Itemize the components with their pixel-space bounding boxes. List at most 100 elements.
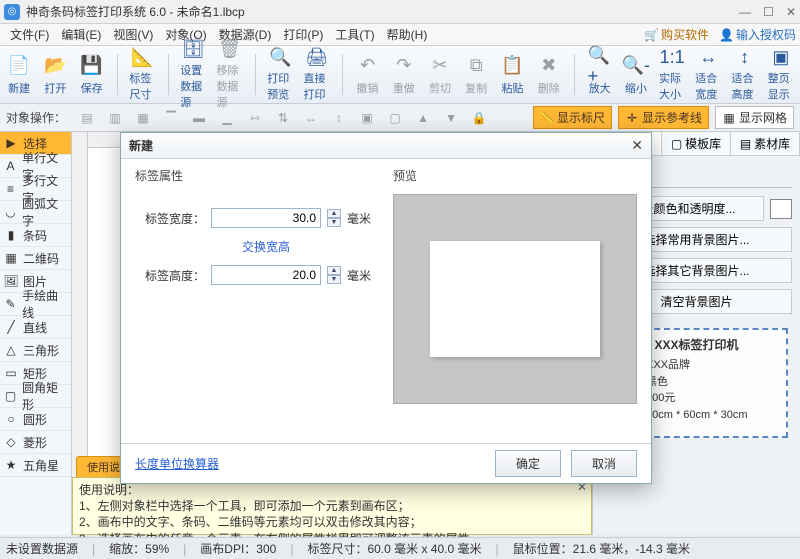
新建-icon: 📄 <box>7 54 31 78</box>
distribute-v-icon[interactable]: ⇅ <box>272 108 294 128</box>
toolbar-保存[interactable]: 💾保存 <box>79 50 105 99</box>
align-bottom-icon[interactable]: ▁ <box>216 108 238 128</box>
bg-color-swatch[interactable] <box>770 199 792 219</box>
status-zoom: 缩放：59% <box>109 540 169 557</box>
bring-front-icon[interactable]: ▲ <box>412 108 434 128</box>
toolbar-整页显示[interactable]: ▣整页显示 <box>768 50 794 99</box>
align-center-icon[interactable]: ▥ <box>104 108 126 128</box>
menu-tools[interactable]: 工具(T) <box>329 24 380 45</box>
toolbar-重做: ↷重做 <box>391 50 417 99</box>
grid-icon: ▦ <box>722 111 736 125</box>
toolbar-适合高度[interactable]: ↕适合高度 <box>731 50 757 99</box>
tool-五角星[interactable]: ★五角星 <box>0 454 71 477</box>
send-back-icon[interactable]: ▼ <box>440 108 462 128</box>
剪切-icon: ✂ <box>428 54 452 78</box>
tool-palette: ▶选择A单行文字≡多行文字◡圆弧文字▮条码▦二维码🖼图片✎手绘曲线╱直线△三角形… <box>0 132 72 535</box>
menu-edit[interactable]: 编辑(E) <box>55 24 107 45</box>
ungroup-icon[interactable]: ▢ <box>384 108 406 128</box>
unit-converter-link[interactable]: 长度单位换算器 <box>135 455 219 472</box>
status-datasource: 未设置数据源 <box>6 540 78 557</box>
dialog-close-icon[interactable]: ✕ <box>631 137 643 154</box>
复制-icon: ⧉ <box>464 54 488 78</box>
group-icon[interactable]: ▣ <box>356 108 378 128</box>
tab-assets[interactable]: ▤素材库 <box>731 132 800 155</box>
app-title: 神奇条码标签打印系统 6.0 - 未命名1.lbcp <box>26 3 739 20</box>
usage-line: 1、左侧对象栏中选择一个工具，即可添加一个元素到画布区； <box>79 498 585 514</box>
same-height-icon[interactable]: ↕ <box>328 108 350 128</box>
swap-wh-link[interactable]: 交换宽高 <box>211 238 321 255</box>
toolbar-粘贴[interactable]: 📋粘贴 <box>499 50 525 99</box>
app-icon: ◎ <box>4 4 20 20</box>
cart-icon: 🛒 <box>644 28 659 42</box>
toolbar-标签尺寸[interactable]: 📐标签尺寸 <box>129 50 155 99</box>
toolbar-删除: ✖删除 <box>536 50 562 99</box>
menu-help[interactable]: 帮助(H) <box>381 24 434 45</box>
menu-file[interactable]: 文件(F) <box>4 24 55 45</box>
distribute-h-icon[interactable]: ⇿ <box>244 108 266 128</box>
height-spin-down-icon[interactable]: ▼ <box>327 275 341 284</box>
toggle-guides[interactable]: ✛显示参考线 <box>618 106 709 129</box>
cancel-button[interactable]: 取消 <box>571 450 637 477</box>
tool-手绘曲线[interactable]: ✎手绘曲线 <box>0 293 71 316</box>
buy-link[interactable]: 🛒购买软件 <box>644 26 709 43</box>
圆角矩形-icon: ▢ <box>4 389 17 403</box>
sub-toolbar: 对象操作： ▤ ▥ ▦ ▔ ▬ ▁ ⇿ ⇅ ↔ ↕ ▣ ▢ ▲ ▼ 🔒 📏显示标… <box>0 104 800 132</box>
toolbar-打开[interactable]: 📂打开 <box>42 50 68 99</box>
lock-icon[interactable]: 🔒 <box>468 108 490 128</box>
ruler-icon: 📏 <box>540 111 554 125</box>
status-size: 标签尺寸：60.0 毫米 x 40.0 毫米 <box>307 540 481 557</box>
menu-print[interactable]: 打印(P) <box>277 24 329 45</box>
minimize-icon[interactable]: — <box>739 5 751 19</box>
tool-三角形[interactable]: △三角形 <box>0 339 71 362</box>
toolbar-实际大小[interactable]: 1:1实际大小 <box>659 50 685 99</box>
保存-icon: 💾 <box>80 54 104 78</box>
height-input[interactable] <box>211 265 321 285</box>
toolbar-放大[interactable]: 🔍+放大 <box>586 50 612 99</box>
align-top-icon[interactable]: ▔ <box>160 108 182 128</box>
toggle-grid[interactable]: ▦显示网格 <box>715 106 794 129</box>
guides-icon: ✛ <box>625 111 639 125</box>
图片-icon: 🖼 <box>4 274 18 288</box>
toolbar-新建[interactable]: 📄新建 <box>6 50 32 99</box>
toolbar-设置数据源[interactable]: 🗄设置数据源 <box>180 50 206 99</box>
菱形-icon: ◇ <box>4 435 18 449</box>
height-unit: 毫米 <box>347 267 371 284</box>
width-spin-down-icon[interactable]: ▼ <box>327 218 341 227</box>
tool-二维码[interactable]: ▦二维码 <box>0 247 71 270</box>
tab-templates[interactable]: ▢模板库 <box>662 132 731 155</box>
tool-圆角矩形[interactable]: ▢圆角矩形 <box>0 385 71 408</box>
auth-link[interactable]: 👤输入授权码 <box>719 26 796 43</box>
align-left-icon[interactable]: ▤ <box>76 108 98 128</box>
toolbar-直接打印[interactable]: 🖨直接打印 <box>304 50 330 99</box>
矩形-icon: ▭ <box>4 366 18 380</box>
maximize-icon[interactable]: ☐ <box>763 5 774 19</box>
toolbar-缩小[interactable]: 🔍-缩小 <box>623 50 649 99</box>
height-spin-up-icon[interactable]: ▲ <box>327 266 341 275</box>
toolbar-移除数据源: 🗑移除数据源 <box>216 50 242 99</box>
toolbar-适合宽度[interactable]: ↔适合宽度 <box>695 50 721 99</box>
menu-view[interactable]: 视图(V) <box>107 24 159 45</box>
toggle-ruler[interactable]: 📏显示标尺 <box>533 106 612 129</box>
直接打印-icon: 🖨 <box>305 47 329 68</box>
手绘曲线-icon: ✎ <box>4 297 17 311</box>
menubar: 文件(F) 编辑(E) 视图(V) 对象(O) 数据源(D) 打印(P) 工具(… <box>0 24 800 46</box>
align-right-icon[interactable]: ▦ <box>132 108 154 128</box>
width-label: 标签宽度： <box>135 210 205 227</box>
tool-菱形[interactable]: ◇菱形 <box>0 431 71 454</box>
设置数据源-icon: 🗄 <box>181 39 205 60</box>
缩小-icon: 🔍- <box>624 54 648 78</box>
打印预览-icon: 🔍 <box>268 47 292 68</box>
直线-icon: ╱ <box>4 320 18 334</box>
toolbar-打印预览[interactable]: 🔍打印预览 <box>267 50 293 99</box>
same-width-icon[interactable]: ↔ <box>300 108 322 128</box>
tool-圆弧文字[interactable]: ◡圆弧文字 <box>0 201 71 224</box>
assets-icon: ▤ <box>740 137 751 151</box>
close-icon[interactable]: ✕ <box>786 5 796 19</box>
titlebar: ◎ 神奇条码标签打印系统 6.0 - 未命名1.lbcp — ☐ ✕ <box>0 0 800 24</box>
width-input[interactable] <box>211 208 321 228</box>
width-spin-up-icon[interactable]: ▲ <box>327 209 341 218</box>
ok-button[interactable]: 确定 <box>495 450 561 477</box>
preview-page <box>430 241 600 357</box>
align-middle-icon[interactable]: ▬ <box>188 108 210 128</box>
三角形-icon: △ <box>4 343 18 357</box>
